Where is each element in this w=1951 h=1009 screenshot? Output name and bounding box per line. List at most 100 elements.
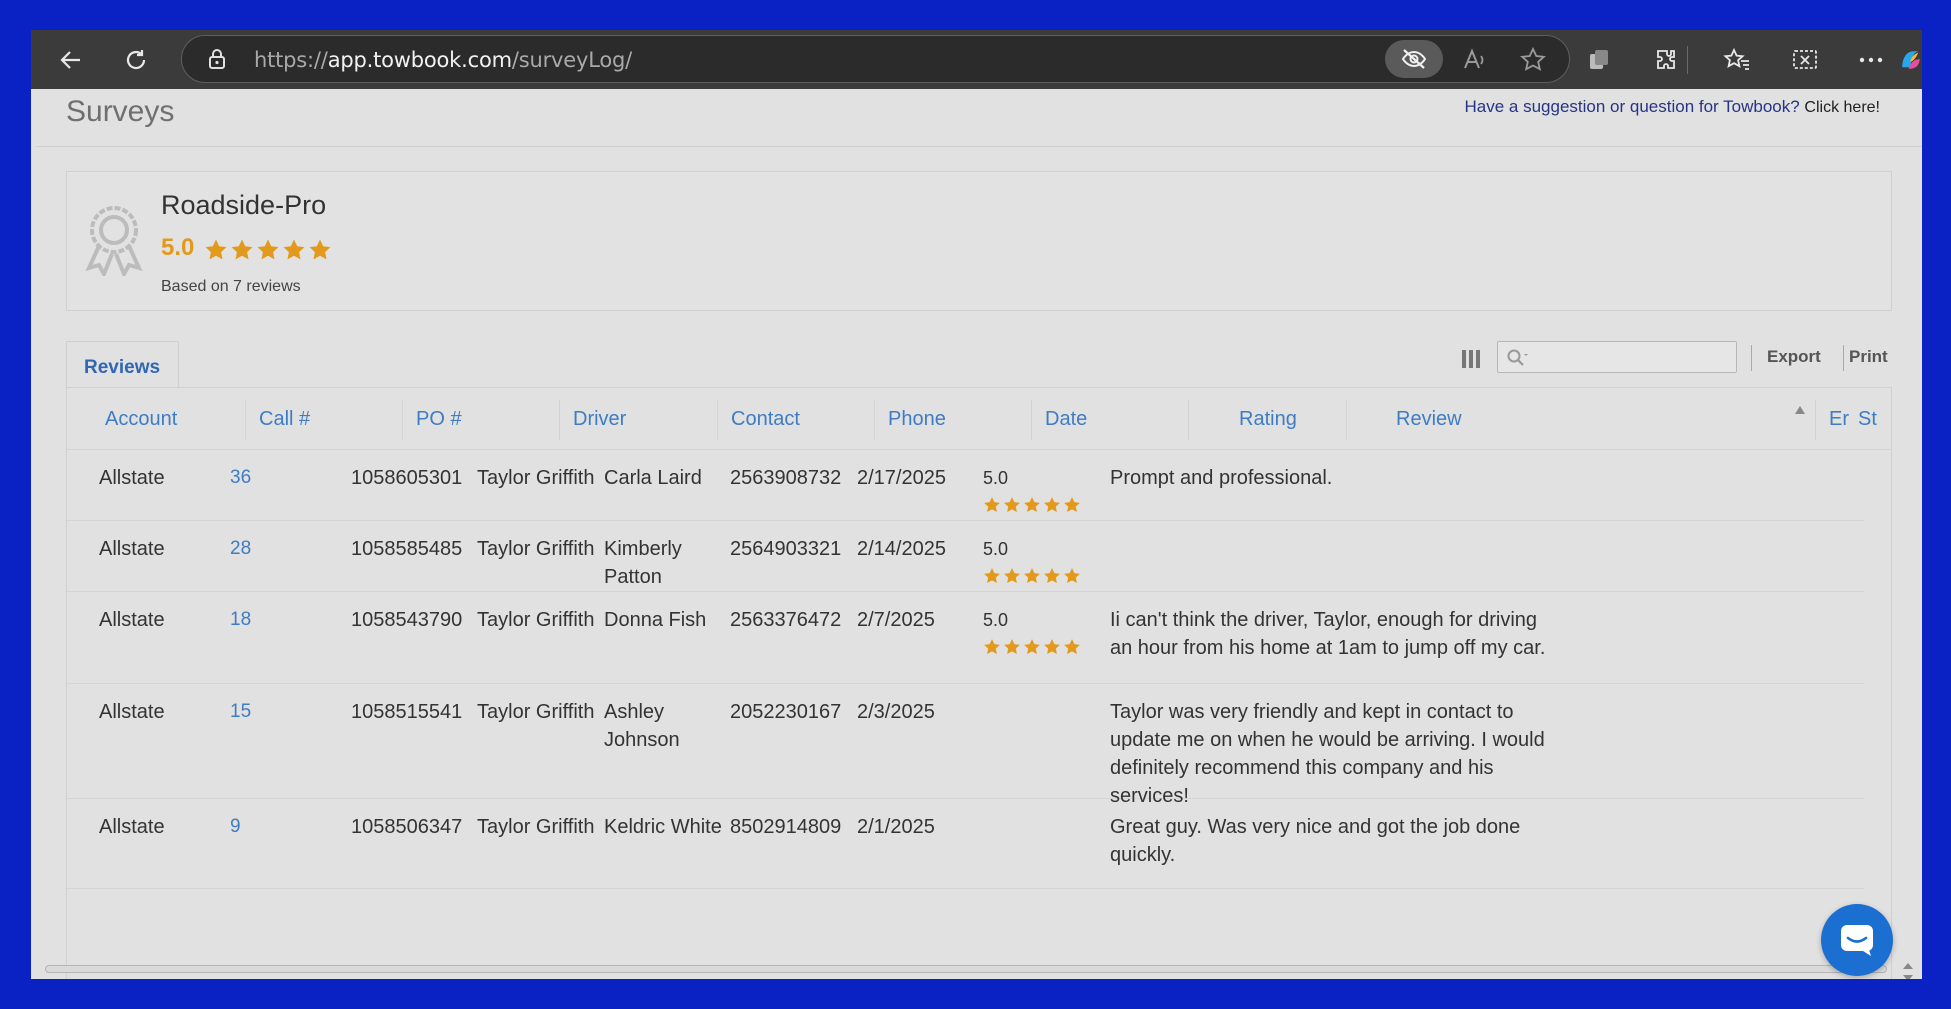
- horizontal-scrollbar[interactable]: [45, 965, 1887, 973]
- cell-account: Allstate: [99, 816, 165, 838]
- table-row[interactable]: Allstate 18 1058543790 Taylor Griffith Donna…: [67, 592, 1864, 684]
- column-header-review[interactable]: Review: [1396, 408, 1462, 431]
- star-icon: [1044, 497, 1060, 513]
- cell-date: 2/17/2025: [857, 467, 946, 489]
- star-icon: [1024, 568, 1040, 584]
- suggestion-link[interactable]: Click here!: [1804, 99, 1880, 116]
- extensions-icon[interactable]: [1648, 42, 1684, 78]
- cell-po: 1058515541: [351, 701, 463, 723]
- cell-call[interactable]: 15: [230, 698, 251, 726]
- screenshot-icon[interactable]: [1787, 42, 1823, 78]
- url-text: https://app.towbook.com/surveyLog/: [254, 48, 632, 72]
- column-header-contact[interactable]: Contact: [731, 408, 800, 431]
- cell-po: 1058585485: [351, 538, 463, 560]
- star-icon: [1024, 639, 1040, 655]
- cell-account: Allstate: [99, 701, 165, 723]
- chat-support-button[interactable]: [1821, 904, 1893, 976]
- sort-ascending-icon: [1795, 406, 1805, 414]
- overall-stars: [204, 238, 332, 262]
- star-icon: [257, 239, 279, 260]
- favorites-icon[interactable]: [1719, 42, 1755, 78]
- star-icon: [1004, 497, 1020, 513]
- more-menu-icon[interactable]: [1853, 42, 1889, 78]
- tab-reviews[interactable]: Reviews: [66, 341, 179, 388]
- star-icon: [1064, 639, 1080, 655]
- cell-contact: Ashley Johnson: [604, 701, 680, 751]
- rating-stars: [983, 496, 1081, 514]
- column-header-po[interactable]: PO #: [416, 408, 462, 431]
- cell-contact: Kimberly Patton: [604, 538, 682, 588]
- column-header-st[interactable]: St: [1858, 408, 1877, 431]
- export-button[interactable]: Export: [1767, 347, 1821, 367]
- browser-toolbar: https://app.towbook.com/surveyLog/: [31, 30, 1922, 89]
- table-row[interactable]: Allstate 28 1058585485 Taylor Griffith Kimbe…: [67, 521, 1864, 592]
- cell-phone: 8502914809: [730, 816, 842, 838]
- star-icon: [1004, 639, 1020, 655]
- divider: [36, 146, 1922, 147]
- cell-phone: 2563376472: [730, 609, 842, 631]
- search-input[interactable]: [1497, 341, 1737, 373]
- award-ribbon-icon: [81, 202, 147, 281]
- cell-review: Taylor was very friendly and kept in con…: [1110, 701, 1545, 807]
- cell-review: Ii can't think the driver, Taylor, enoug…: [1110, 609, 1546, 659]
- page-title: Surveys: [66, 95, 175, 128]
- column-header-driver[interactable]: Driver: [573, 408, 626, 431]
- page-content: Surveys Have a suggestion or question fo…: [31, 89, 1922, 979]
- cell-call[interactable]: 28: [230, 535, 251, 563]
- cell-po: 1058543790: [351, 609, 463, 631]
- table-row[interactable]: Allstate 15 1058515541 Taylor Griffith Ashle…: [67, 684, 1864, 807]
- cell-driver: Taylor Griffith: [477, 701, 595, 723]
- column-chooser-icon[interactable]: [1461, 349, 1481, 374]
- cell-review: Prompt and professional.: [1110, 467, 1333, 489]
- cell-contact: Donna Fish: [604, 609, 707, 631]
- rating-value: 5.0: [983, 468, 1009, 488]
- star-icon: [283, 239, 305, 260]
- address-bar[interactable]: https://app.towbook.com/surveyLog/: [181, 35, 1570, 83]
- cell-contact: Keldric White: [604, 816, 722, 838]
- cell-review: Great guy. Was very nice and got the job…: [1110, 816, 1521, 866]
- star-icon: [984, 568, 1000, 584]
- tracking-prevention-icon[interactable]: [1385, 40, 1443, 78]
- rating-value: 5.0: [983, 610, 1009, 630]
- cell-driver: Taylor Griffith: [477, 609, 595, 631]
- resize-arrows-icon[interactable]: [1901, 961, 1915, 979]
- copy-tabs-icon[interactable]: [1581, 42, 1617, 78]
- column-header-er[interactable]: Er: [1829, 408, 1849, 431]
- cell-account: Allstate: [99, 467, 165, 489]
- review-count: Based on 7 reviews: [161, 278, 301, 295]
- tab-reviews-label: Reviews: [84, 357, 161, 378]
- cell-call[interactable]: 9: [230, 813, 241, 841]
- column-header-call[interactable]: Call #: [259, 408, 310, 431]
- browser-window: https://app.towbook.com/surveyLog/ Surve…: [31, 30, 1922, 979]
- cell-date: 2/1/2025: [857, 816, 935, 838]
- favorite-star-icon[interactable]: [1517, 44, 1549, 76]
- back-arrow-icon[interactable]: [53, 42, 89, 78]
- cell-po: 1058506347: [351, 816, 463, 838]
- suggestion-text: Have a suggestion or question for Towboo…: [1464, 97, 1800, 116]
- table-row[interactable]: Allstate 36 1058605301 Taylor Griffith Carla…: [67, 450, 1864, 521]
- column-header-date[interactable]: Date: [1045, 408, 1087, 431]
- chat-bubble-icon: [1841, 925, 1873, 956]
- cell-driver: Taylor Griffith: [477, 538, 595, 560]
- cell-date: 2/14/2025: [857, 538, 946, 560]
- overall-score: 5.0: [161, 234, 195, 261]
- cell-date: 2/3/2025: [857, 701, 935, 723]
- cell-phone: 2563908732: [730, 467, 842, 489]
- star-icon: [1044, 568, 1060, 584]
- column-header-account[interactable]: Account: [105, 408, 177, 431]
- reviews-table: Account Call # PO # Driver Contact Phone…: [66, 387, 1892, 979]
- read-aloud-icon[interactable]: [1459, 44, 1491, 76]
- cell-rating: 5.0: [983, 535, 1081, 585]
- cell-call[interactable]: 36: [230, 464, 251, 492]
- column-header-rating[interactable]: Rating: [1239, 408, 1297, 431]
- print-button[interactable]: Print: [1849, 347, 1888, 367]
- lock-icon[interactable]: [208, 48, 226, 75]
- refresh-icon[interactable]: [118, 42, 154, 78]
- column-header-phone[interactable]: Phone: [888, 408, 946, 431]
- table-row[interactable]: Allstate 9 1058506347 Taylor Griffith Keldri…: [67, 799, 1864, 889]
- star-icon: [1004, 568, 1020, 584]
- cell-account: Allstate: [99, 538, 165, 560]
- cell-call[interactable]: 18: [230, 606, 251, 634]
- cell-driver: Taylor Griffith: [477, 816, 595, 838]
- copilot-icon[interactable]: [1899, 42, 1922, 78]
